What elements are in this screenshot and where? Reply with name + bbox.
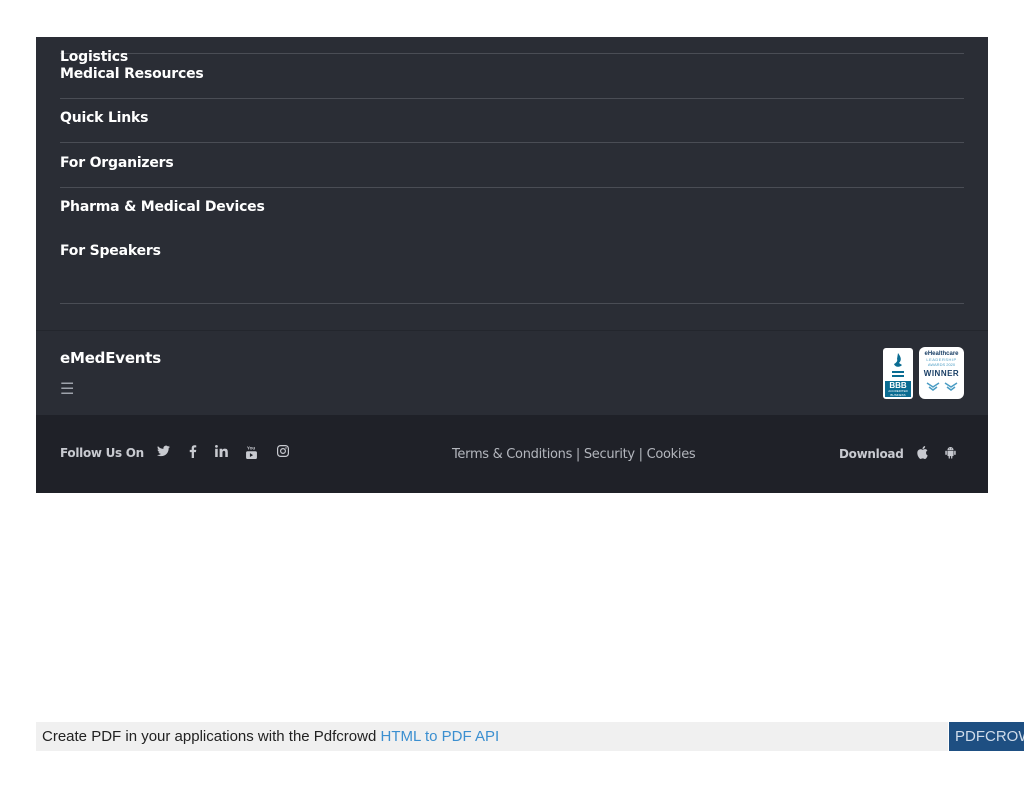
download-label: Download xyxy=(839,447,904,461)
divider xyxy=(60,142,964,143)
footer-brand-section: eMedEvents ☰ BBB ACCREDITED BUSINESS eHe… xyxy=(36,330,988,415)
footer-link-quick-links[interactable]: Quick Links xyxy=(60,110,148,126)
linkedin-icon[interactable] xyxy=(215,445,228,460)
instagram-icon[interactable] xyxy=(277,445,289,460)
cookies-link[interactable]: Cookies xyxy=(647,447,696,462)
twitter-icon[interactable] xyxy=(157,445,170,460)
html-to-pdf-api-link[interactable]: HTML to PDF API xyxy=(381,728,500,745)
footer-link-logistics[interactable]: Logistics xyxy=(60,49,128,65)
android-icon[interactable] xyxy=(945,446,956,462)
footer-links-section: Logistics Medical Resources Quick Links … xyxy=(36,37,988,330)
youtube-icon[interactable]: You xyxy=(246,445,257,462)
brand-name[interactable]: eMedEvents xyxy=(60,349,161,367)
bbb-torch-icon xyxy=(892,353,904,377)
pdfcrowd-banner: Create PDF in your applications with the… xyxy=(36,722,948,751)
divider xyxy=(60,187,964,188)
legal-links: Terms & Conditions | Security | Cookies xyxy=(452,447,696,462)
pdfcrowd-banner-text: Create PDF in your applications with the… xyxy=(42,728,499,745)
apple-icon[interactable] xyxy=(917,446,928,462)
divider xyxy=(60,303,964,304)
footer-link-for-speakers[interactable]: For Speakers xyxy=(60,243,161,259)
menu-icon[interactable]: ☰ xyxy=(60,379,74,399)
separator: | xyxy=(572,447,584,462)
divider xyxy=(60,53,964,54)
ehealthcare-award-badge[interactable]: eHealthcare LEADERSHIP AWARDS 2020 WINNE… xyxy=(919,347,964,399)
award-winner: WINNER xyxy=(923,369,960,378)
bbb-accredited-badge[interactable]: BBB ACCREDITED BUSINESS xyxy=(883,348,913,399)
terms-conditions-link[interactable]: Terms & Conditions xyxy=(452,447,572,462)
separator: | xyxy=(634,447,647,462)
facebook-icon[interactable] xyxy=(189,445,197,461)
award-line3: AWARDS 2020 xyxy=(927,362,956,367)
site-footer: Logistics Medical Resources Quick Links … xyxy=(36,37,988,493)
follow-us-label: Follow Us On xyxy=(60,446,144,460)
footer-link-for-organizers[interactable]: For Organizers xyxy=(60,155,174,171)
banner-text: Create PDF in your applications with the… xyxy=(42,728,381,745)
footer-link-pharma-medical-devices[interactable]: Pharma & Medical Devices xyxy=(60,199,265,215)
bbb-caption: ACCREDITED BUSINESS xyxy=(885,389,911,397)
pdfcrowd-brand-button[interactable]: PDFCROWD xyxy=(949,722,1024,751)
divider xyxy=(60,98,964,99)
laurel-icon xyxy=(926,382,957,391)
svg-text:You: You xyxy=(247,446,256,451)
footer-bottom-bar: Follow Us On You Terms & Conditions | Se… xyxy=(36,415,988,493)
security-link[interactable]: Security xyxy=(584,447,635,462)
footer-link-medical-resources[interactable]: Medical Resources xyxy=(60,66,204,82)
